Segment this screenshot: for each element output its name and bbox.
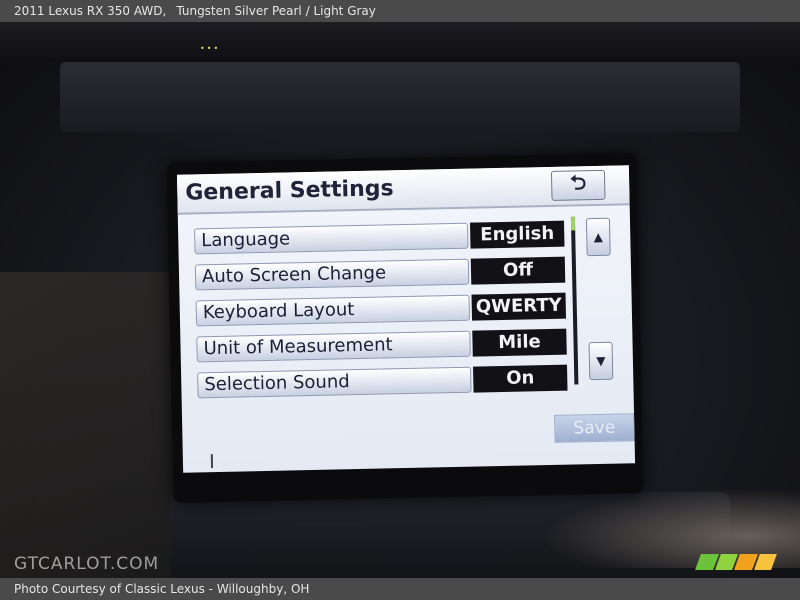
vehicle-title: 2011 Lexus RX 350 AWD, xyxy=(14,4,167,18)
setting-row-unit-of-measurement[interactable]: Unit of Measurement Mile xyxy=(196,328,576,363)
nav-screen: General Settings ⮌ Language English Auto… xyxy=(176,165,636,473)
setting-value: English xyxy=(469,220,565,249)
setting-label[interactable]: Unit of Measurement xyxy=(196,330,471,363)
setting-label[interactable]: Keyboard Layout xyxy=(195,294,471,327)
setting-label[interactable]: Selection Sound xyxy=(197,366,472,399)
indicator-dots: ••• xyxy=(200,44,221,53)
scroll-up-button[interactable]: ▲ xyxy=(585,217,611,257)
setting-row-auto-screen-change[interactable]: Auto Screen Change Off xyxy=(194,256,575,291)
gtcarlot-logo-icon xyxy=(695,554,777,570)
save-button[interactable]: Save xyxy=(554,413,635,443)
scroll-down-icon: ▼ xyxy=(596,353,606,369)
return-arrow-icon: ⮌ xyxy=(569,170,587,195)
photo-credit: Photo Courtesy of Classic Lexus - Willou… xyxy=(14,582,310,596)
scroll-down-button[interactable]: ▼ xyxy=(588,341,614,381)
setting-value: Off xyxy=(470,256,566,285)
setting-row-keyboard-layout[interactable]: Keyboard Layout QWERTY xyxy=(195,292,576,327)
dashboard-photo: ••• ••• General Settings ⮌ Language Engl… xyxy=(0,22,800,578)
screen-edge-mark xyxy=(210,454,214,469)
vehicle-colors: Tungsten Silver Pearl / Light Gray xyxy=(176,4,376,18)
setting-row-language[interactable]: Language English xyxy=(194,220,574,255)
photo-credit-bar: Photo Courtesy of Classic Lexus - Willou… xyxy=(0,578,800,600)
setting-label[interactable]: Auto Screen Change xyxy=(194,258,470,291)
setting-value: QWERTY xyxy=(471,292,567,321)
dash-band xyxy=(60,62,740,132)
setting-value: On xyxy=(473,364,568,393)
scrollbar-track[interactable] xyxy=(570,216,579,385)
setting-row-selection-sound[interactable]: Selection Sound On xyxy=(197,364,577,399)
dash-top xyxy=(0,22,800,62)
photo-caption-bar: 2011 Lexus RX 350 AWD, Tungsten Silver Pe… xyxy=(0,0,800,22)
screen-header: General Settings ⮌ xyxy=(176,165,630,215)
scrollbar-thumb[interactable] xyxy=(570,216,576,231)
scroll-up-icon: ▲ xyxy=(593,229,604,245)
watermark: GTCARLOT.COM xyxy=(14,554,160,574)
setting-label[interactable]: Language xyxy=(194,222,469,255)
back-button[interactable]: ⮌ xyxy=(550,169,606,201)
page-title: General Settings xyxy=(185,176,394,206)
setting-value: Mile xyxy=(472,328,567,357)
